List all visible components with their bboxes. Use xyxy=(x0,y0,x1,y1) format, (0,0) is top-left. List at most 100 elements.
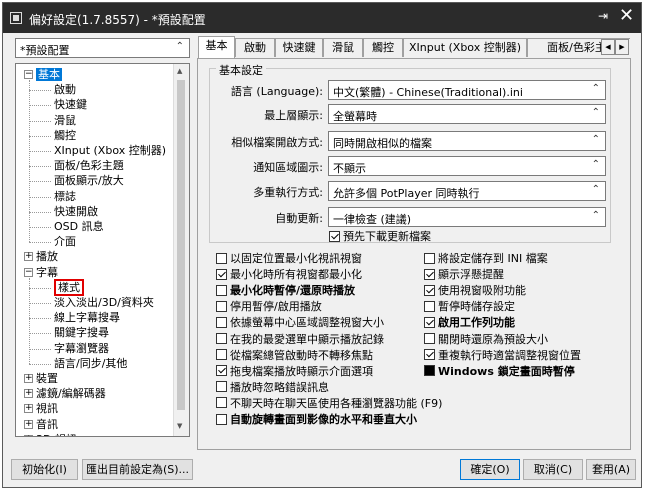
option-checkbox[interactable]: 停用暫停/啟用播放 xyxy=(216,300,322,314)
tree-item-label: 線上字幕搜尋 xyxy=(54,311,120,325)
tree-category[interactable]: 播放 xyxy=(36,250,58,264)
tree-connector xyxy=(29,303,51,304)
checkbox-checked-icon xyxy=(424,284,435,296)
tab-xinput[interactable]: XInput (Xbox 控制器) xyxy=(403,38,527,57)
tab-mouse[interactable]: 滑鼠 xyxy=(323,38,363,57)
option-label: 暫停時儲存設定 xyxy=(438,300,515,314)
preset-select[interactable]: *預設配置 ⌃ xyxy=(15,38,190,58)
tab-scroll-left-icon[interactable]: ◀ xyxy=(601,39,615,55)
option-checkbox[interactable]: 重複執行時適當調整視窗位置 xyxy=(424,349,581,363)
option-checkbox[interactable]: 拖曳檔案播放時顯示介面選項 xyxy=(216,365,373,379)
option-checkbox[interactable]: 顯示浮懸提醒 xyxy=(424,268,504,282)
option-checkbox[interactable]: 自動旋轉畫面到影像的水平和垂直大小 xyxy=(216,413,417,427)
tree-category[interactable]: 裝置 xyxy=(36,372,58,386)
cancel-button[interactable]: 取消(C) xyxy=(523,459,583,480)
app-icon xyxy=(10,12,22,24)
setting-select[interactable]: 同時開啟相似的檔案 ⌃ xyxy=(328,131,606,151)
checkbox-icon xyxy=(216,333,227,344)
tree-item-label: 介面 xyxy=(54,235,76,249)
checkbox-icon xyxy=(216,284,227,296)
setting-select[interactable]: 全螢幕時 ⌃ xyxy=(328,104,606,124)
checkbox-icon xyxy=(216,300,227,312)
tree-connector xyxy=(29,318,51,320)
tree-item-label: 視訊 xyxy=(36,402,58,416)
setting-value: 允許多個 PotPlayer 同時執行 xyxy=(333,187,480,200)
option-checkbox[interactable]: Windows 鎖定畫面時暫停 xyxy=(424,365,575,379)
tab-startup[interactable]: 啟動 xyxy=(235,38,275,57)
tree-connector xyxy=(29,287,51,289)
tree-expander-icon[interactable]: + xyxy=(24,252,33,262)
tree-expander-icon[interactable]: + xyxy=(24,419,33,429)
tree-expander-icon[interactable]: − xyxy=(24,267,33,277)
tree-category[interactable]: 3D 視訊 xyxy=(36,433,77,436)
option-checkbox[interactable]: 播放時忽略錯誤訊息 xyxy=(216,381,329,395)
tree-expander-icon[interactable]: − xyxy=(24,70,33,79)
tree-subitem[interactable]: 介面 xyxy=(54,235,76,249)
chevron-up-icon: ⌃ xyxy=(591,210,600,221)
setting-select[interactable]: 允許多個 PotPlayer 同時執行 ⌃ xyxy=(328,181,606,201)
setting-value: 中文(繁體) - Chinese(Traditional).ini xyxy=(333,86,523,99)
option-label: 重複執行時適當調整視窗位置 xyxy=(438,348,581,362)
tree-connector xyxy=(29,348,51,350)
tree-connector xyxy=(29,227,51,228)
setting-select[interactable]: 不顯示 ⌃ xyxy=(328,156,606,176)
setting-label: 多重執行方式: xyxy=(253,186,323,199)
tree-category[interactable]: 基本 xyxy=(36,68,62,82)
initialize-button[interactable]: 初始化(I) xyxy=(11,459,78,480)
tree-subitem[interactable]: 淡入淡出/3D/資料夾 xyxy=(54,296,154,310)
option-checkbox[interactable]: 啟用工作列功能 xyxy=(424,316,515,330)
tree-item-label: 播放 xyxy=(36,250,58,264)
tree-subitem[interactable]: 語言/同步/其他 xyxy=(54,357,127,371)
chevron-up-icon: ⌃ xyxy=(591,107,600,118)
window-title: 偏好設定(1.7.8557) - *預設配置 xyxy=(29,13,206,27)
chevron-up-icon: ⌃ xyxy=(591,134,600,145)
export-settings-button[interactable]: 匯出目前設定為(S)... xyxy=(82,459,193,480)
option-label: 最小化時暫停/還原時播放 xyxy=(230,284,356,298)
tree-subitem[interactable]: 關鍵字搜尋 xyxy=(54,326,109,340)
tree-expander-icon[interactable]: + xyxy=(24,389,33,399)
setting-select[interactable]: 一律檢查 (建議) ⌃ xyxy=(328,207,606,227)
title-bar[interactable]: 偏好設定(1.7.8557) - *預設配置 ⇥ ✕ xyxy=(3,3,641,33)
tab-touch[interactable]: 觸控 xyxy=(363,38,403,57)
apply-button[interactable]: 套用(A) xyxy=(586,459,636,480)
tree-subitem[interactable]: 字幕瀏覽器 xyxy=(54,342,109,356)
ok-button[interactable]: 確定(O) xyxy=(460,459,520,480)
pin-icon[interactable]: ⇥ xyxy=(598,9,608,23)
option-checkbox[interactable]: 使用視窗吸附功能 xyxy=(424,284,526,298)
option-checkbox[interactable]: 依據螢幕中心區域調整視窗大小 xyxy=(216,316,384,330)
option-label: 以固定位置最小化視訊視窗 xyxy=(230,252,362,265)
option-checkbox[interactable]: 從檔案總管啟動時不轉移焦點 xyxy=(216,349,373,363)
tree-expander-icon[interactable]: + xyxy=(24,374,33,383)
option-checkbox[interactable]: 不聊天時在聊天區使用各種瀏覽器功能 (F9) xyxy=(216,397,442,411)
option-checkbox[interactable]: 最小化時暫停/還原時播放 xyxy=(216,284,355,298)
tab-scroll-right-icon[interactable]: ▶ xyxy=(615,39,629,55)
close-icon[interactable]: ✕ xyxy=(619,6,634,26)
tree-expander-icon[interactable]: + xyxy=(24,434,33,436)
tree-item-label: 字幕瀏覽器 xyxy=(54,341,109,355)
tree-item-label: 3D 視訊 xyxy=(36,433,77,436)
tab-basic[interactable]: 基本 xyxy=(198,36,235,58)
option-checkbox[interactable]: 將設定儲存到 INI 檔案 xyxy=(424,252,548,266)
tree-expander-icon[interactable]: + xyxy=(24,404,33,414)
tree-category[interactable]: 視訊 xyxy=(36,402,58,416)
scroll-up-icon[interactable]: ▲ xyxy=(177,67,182,75)
option-checkbox[interactable]: 在我的最愛選單中顯示播放記錄 xyxy=(216,333,384,347)
checkbox-icon xyxy=(216,381,227,393)
prefetch-update-checkbox[interactable]: 預先下載更新檔案 xyxy=(329,230,431,244)
tree-category[interactable]: 音訊 xyxy=(36,418,58,432)
option-checkbox[interactable]: 以固定位置最小化視訊視窗 xyxy=(216,252,362,266)
tree-scroll-thumb[interactable] xyxy=(177,80,185,410)
prefetch-update-label: 預先下載更新檔案 xyxy=(343,230,431,243)
tree-category[interactable]: 字幕 xyxy=(36,266,58,280)
option-checkbox[interactable]: 最小化時所有視窗都最小化 xyxy=(216,268,362,282)
option-checkbox[interactable]: 關閉時還原為預設大小 xyxy=(424,333,548,347)
scroll-down-icon[interactable]: ▼ xyxy=(177,422,182,430)
setting-select[interactable]: 中文(繁體) - Chinese(Traditional).ini ⌃ xyxy=(328,80,606,100)
option-checkbox[interactable]: 暫停時儲存設定 xyxy=(424,300,515,314)
tree-item-label: 語言/同步/其他 xyxy=(54,356,128,370)
checkbox-icon xyxy=(424,300,435,312)
tree-category[interactable]: 濾鏡/編解碼器 xyxy=(36,387,106,401)
tab-hotkeys[interactable]: 快速鍵 xyxy=(275,38,323,57)
tree-subitem[interactable]: 樣式 xyxy=(54,278,84,296)
tree-subitem[interactable]: 線上字幕搜尋 xyxy=(54,311,120,325)
